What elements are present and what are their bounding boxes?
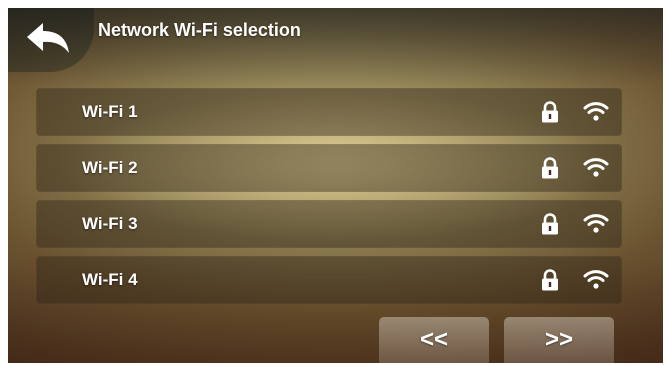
- previous-page-button[interactable]: <<: [379, 317, 489, 363]
- wifi-selection-screen: Network Wi-Fi selection Wi-Fi 1 Wi-Fi 2: [8, 8, 663, 363]
- wifi-network-row[interactable]: Wi-Fi 3: [36, 200, 622, 248]
- wifi-network-name: Wi-Fi 1: [82, 102, 138, 121]
- wifi-icon: [583, 270, 609, 289]
- lock-icon: [542, 269, 558, 291]
- next-page-button[interactable]: >>: [504, 317, 614, 363]
- wifi-icon: [583, 102, 609, 121]
- wifi-network-name: Wi-Fi 4: [82, 270, 138, 289]
- wifi-network-name: Wi-Fi 2: [82, 158, 138, 177]
- wifi-network-row[interactable]: Wi-Fi 2: [36, 144, 622, 192]
- wifi-network-name: Wi-Fi 3: [82, 214, 138, 233]
- back-button[interactable]: [8, 8, 94, 72]
- wifi-icon: [583, 214, 609, 233]
- wifi-network-row[interactable]: Wi-Fi 1: [36, 88, 622, 136]
- lock-icon: [542, 213, 558, 235]
- wifi-network-row[interactable]: Wi-Fi 4: [36, 256, 622, 304]
- back-arrow-icon: [27, 23, 69, 53]
- lock-icon: [542, 157, 558, 179]
- wifi-network-list: Wi-Fi 1 Wi-Fi 2 Wi-Fi 3 Wi-Fi 4: [36, 88, 622, 312]
- wifi-icon: [583, 158, 609, 177]
- lock-icon: [542, 101, 558, 123]
- page-title: Network Wi-Fi selection: [98, 20, 301, 40]
